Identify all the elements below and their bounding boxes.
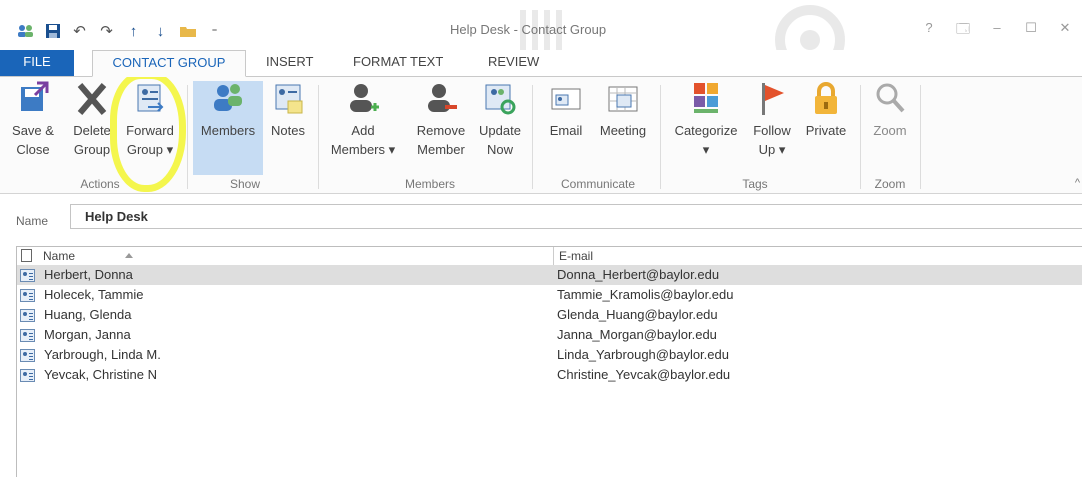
member-name: Yarbrough, Linda M. — [44, 347, 161, 362]
add-member-icon — [347, 81, 379, 117]
window-controls: ? 🗔 – ☐ ✕ — [912, 20, 1082, 42]
contact-card-icon — [20, 289, 35, 302]
sort-ascending-icon — [125, 253, 133, 258]
table-row[interactable]: Holecek, Tammie Tammie_Kramolis@baylor.e… — [17, 285, 1082, 305]
follow-up-button[interactable]: Follow Up ▾ — [746, 81, 798, 175]
member-email: Janna_Morgan@baylor.edu — [557, 327, 717, 342]
highlight-circle — [110, 72, 186, 192]
member-name: Herbert, Donna — [44, 267, 133, 282]
name-label: Name — [16, 214, 49, 228]
private-button[interactable]: Private — [800, 81, 852, 175]
flag-icon — [756, 81, 788, 117]
tab-insert[interactable]: INSERT — [256, 50, 323, 76]
save-close-button[interactable]: Save & Close — [4, 81, 62, 175]
group-divider — [860, 85, 861, 189]
email-icon — [550, 81, 582, 117]
categorize-icon — [690, 81, 722, 117]
group-label-show: Show — [229, 177, 261, 191]
table-row[interactable]: Yevcak, Christine N Christine_Yevcak@bay… — [17, 365, 1082, 385]
column-header-email[interactable]: E-mail — [557, 247, 1077, 265]
table-row[interactable]: Huang, Glenda Glenda_Huang@baylor.edu — [17, 305, 1082, 325]
restore-icon[interactable]: 🗔 — [946, 20, 980, 42]
tab-format-text[interactable]: FORMAT TEXT — [343, 50, 453, 76]
quick-access-toolbar: ↶ ↷ ↑ ↓ ⁼ — [12, 22, 228, 40]
member-email: Donna_Herbert@baylor.edu — [557, 267, 720, 282]
categorize-button[interactable]: Categorize ▾ — [666, 81, 746, 175]
member-email: Linda_Yarbrough@baylor.edu — [557, 347, 729, 362]
folder-icon[interactable] — [174, 22, 201, 40]
redo-icon[interactable]: ↷ — [93, 22, 120, 40]
update-now-button[interactable]: Update Now — [474, 81, 526, 175]
member-name: Holecek, Tammie — [44, 287, 144, 302]
minimize-icon[interactable]: – — [980, 20, 1014, 42]
members-icon — [212, 81, 244, 117]
name-bar: Name Help Desk — [0, 194, 1082, 238]
meeting-button[interactable]: Meeting — [592, 81, 654, 175]
close-icon[interactable]: ✕ — [1048, 20, 1082, 42]
collapse-ribbon-icon[interactable]: ^ — [1075, 177, 1080, 189]
contact-card-icon — [20, 309, 35, 322]
group-label-zoom: Zoom — [874, 177, 906, 191]
ribbon-tabs: FILE CONTACT GROUP INSERT FORMAT TEXT RE… — [0, 50, 1082, 77]
zoom-button[interactable]: Zoom — [864, 81, 916, 175]
title-bar: ↶ ↷ ↑ ↓ ⁼ Help Desk - Contact Group ? 🗔 … — [0, 0, 1082, 50]
contact-card-icon — [20, 269, 35, 282]
group-name-input[interactable]: Help Desk — [70, 204, 1082, 229]
group-label-communicate: Communicate — [560, 177, 636, 191]
table-row[interactable]: Herbert, Donna Donna_Herbert@baylor.edu — [17, 265, 1082, 285]
up-arrow-icon[interactable]: ↑ — [120, 22, 147, 40]
group-divider — [660, 85, 661, 189]
remove-member-icon — [425, 81, 457, 117]
save-icon[interactable] — [39, 22, 66, 40]
update-icon — [484, 81, 516, 117]
group-label-members: Members — [404, 177, 455, 191]
customize-icon[interactable]: ⁼ — [201, 22, 228, 40]
table-row[interactable]: Yarbrough, Linda M. Linda_Yarbrough@bayl… — [17, 345, 1082, 365]
email-button[interactable]: Email — [542, 81, 590, 175]
contact-card-icon — [20, 329, 35, 342]
delete-icon — [76, 81, 108, 117]
zoom-icon — [874, 81, 906, 117]
column-header-name[interactable]: Name — [17, 247, 554, 265]
contacts-icon[interactable] — [12, 22, 39, 40]
meeting-icon — [607, 81, 639, 117]
contact-card-icon — [20, 349, 35, 362]
add-members-button[interactable]: Add Members ▾ — [330, 81, 396, 175]
group-divider — [920, 85, 921, 189]
member-email: Glenda_Huang@baylor.edu — [557, 307, 718, 322]
window-title: Help Desk - Contact Group — [450, 22, 607, 37]
tab-review[interactable]: REVIEW — [478, 50, 549, 76]
notes-icon — [272, 81, 304, 117]
group-divider — [318, 85, 319, 189]
remove-member-button[interactable]: Remove Member — [410, 81, 472, 175]
group-label-tags: Tags — [742, 177, 768, 191]
table-row[interactable]: Morgan, Janna Janna_Morgan@baylor.edu — [17, 325, 1082, 345]
member-name: Yevcak, Christine N — [44, 367, 157, 382]
member-name: Huang, Glenda — [44, 307, 132, 322]
help-icon[interactable]: ? — [912, 20, 946, 42]
document-icon — [21, 249, 32, 262]
members-view-button[interactable]: Members — [193, 81, 263, 175]
contact-card-icon — [20, 369, 35, 382]
tab-contact-group[interactable]: CONTACT GROUP — [92, 50, 246, 77]
notes-button[interactable]: Notes — [265, 81, 311, 175]
maximize-icon[interactable]: ☐ — [1014, 20, 1048, 42]
group-divider — [187, 85, 188, 189]
group-divider — [532, 85, 533, 189]
member-email: Tammie_Kramolis@baylor.edu — [557, 287, 734, 302]
lock-icon — [810, 81, 842, 117]
member-name: Morgan, Janna — [44, 327, 131, 342]
members-list: Name E-mail Herbert, Donna Donna_Herbert… — [16, 246, 1082, 477]
undo-icon[interactable]: ↶ — [66, 22, 93, 40]
tab-file[interactable]: FILE — [0, 50, 74, 76]
down-arrow-icon[interactable]: ↓ — [147, 22, 174, 40]
member-email: Christine_Yevcak@baylor.edu — [557, 367, 731, 382]
save-close-icon — [17, 81, 49, 117]
